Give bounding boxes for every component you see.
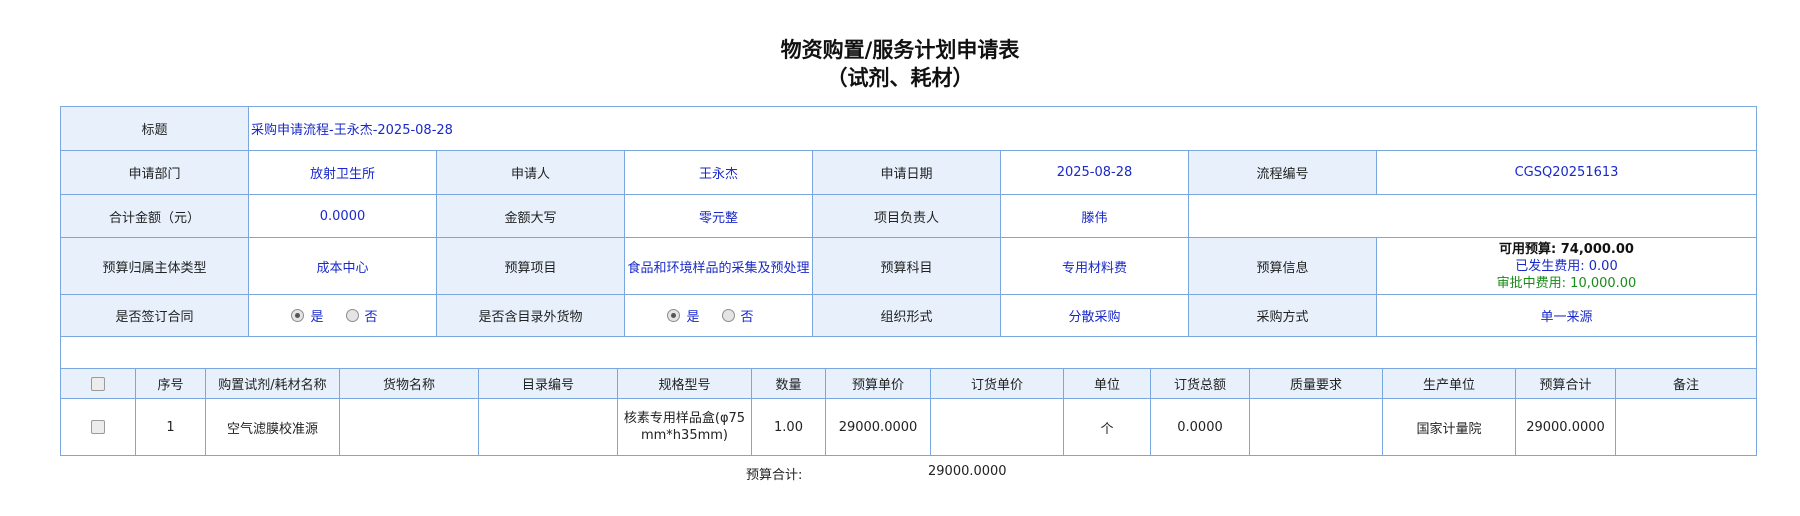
select-all-header[interactable] <box>60 368 136 399</box>
row-order-total: 0.0000 <box>1150 398 1250 456</box>
total-amount-label: 合计金额（元） <box>60 194 249 238</box>
budget-project-value[interactable]: 食品和环境样品的采集及预处理 <box>624 237 813 295</box>
project-lead-value[interactable]: 滕伟 <box>1000 194 1189 238</box>
row-budget-total: 29000.0000 <box>1515 398 1616 456</box>
col-header-quality: 质量要求 <box>1249 368 1383 399</box>
row-manufacturer: 国家计量院 <box>1382 398 1516 456</box>
purchase-method-value[interactable]: 单一来源 <box>1376 294 1757 337</box>
contract-no-label[interactable]: 否 <box>365 306 378 325</box>
row-order-price <box>930 398 1064 456</box>
select-all-checkbox[interactable] <box>91 376 105 391</box>
subject-value[interactable]: 采购申请流程-王永杰-2025-08-28 <box>248 106 1757 151</box>
subject-label: 标题 <box>60 106 249 151</box>
col-header-budget-total: 预算合计 <box>1515 368 1616 399</box>
budget-info: 可用预算: 74,000.00 已发生费用: 0.00 审批中费用: 10,00… <box>1376 237 1757 295</box>
available-budget: 可用预算: 74,000.00 <box>1499 241 1634 257</box>
contract-no-radio[interactable] <box>345 308 359 322</box>
out-of-catalog-radio-group: 是 否 <box>624 294 813 337</box>
empty-cell <box>1188 194 1757 238</box>
budget-project-label: 预算项目 <box>436 237 625 295</box>
row-remark <box>1615 398 1757 456</box>
dept-label: 申请部门 <box>60 150 249 195</box>
col-header-order-price: 订货单价 <box>930 368 1064 399</box>
form-title: 物资购置/服务计划申请表 （试剂、耗材） <box>0 36 1800 92</box>
col-header-spec: 规格型号 <box>617 368 752 399</box>
applicant-value[interactable]: 王永杰 <box>624 150 813 195</box>
contract-yes-radio[interactable] <box>291 308 305 322</box>
contract-yes-label[interactable]: 是 <box>310 306 323 325</box>
budget-account-label: 预算科目 <box>812 237 1001 295</box>
contract-radio-group: 是 否 <box>248 294 437 337</box>
amount-upper-label: 金额大写 <box>436 194 625 238</box>
table-row[interactable]: 1 空气滤膜校准源 核素专用样品盒(φ75mm*h35mm) 1.00 2900… <box>60 398 1757 456</box>
row-quality <box>1249 398 1383 456</box>
dept-value[interactable]: 放射卫生所 <box>248 150 437 195</box>
flow-no-label: 流程编号 <box>1188 150 1377 195</box>
budget-subject-type-label: 预算归属主体类型 <box>60 237 249 295</box>
amount-upper-value[interactable]: 零元整 <box>624 194 813 238</box>
col-header-catalog-no: 目录编号 <box>478 368 618 399</box>
row-seq: 1 <box>135 398 206 456</box>
out-of-catalog-yes-label[interactable]: 是 <box>686 306 699 325</box>
form-title-line1: 物资购置/服务计划申请表 <box>780 38 1020 62</box>
col-header-seq: 序号 <box>135 368 206 399</box>
flow-no-value[interactable]: CGSQ20251613 <box>1376 150 1757 195</box>
col-header-name: 购置试剂/耗材名称 <box>205 368 340 399</box>
date-value[interactable]: 2025-08-28 <box>1000 150 1189 195</box>
incurred-cost: 已发生费用: 0.00 <box>1515 258 1618 274</box>
total-amount-value[interactable]: 0.0000 <box>248 194 437 238</box>
form-title-line2: （试剂、耗材） <box>826 66 974 90</box>
col-header-order-total: 订货总额 <box>1150 368 1250 399</box>
budget-info-label: 预算信息 <box>1188 237 1377 295</box>
org-form-label: 组织形式 <box>812 294 1001 337</box>
col-header-qty: 数量 <box>751 368 826 399</box>
out-of-catalog-no-radio[interactable] <box>721 308 735 322</box>
out-of-catalog-label: 是否含目录外货物 <box>436 294 625 337</box>
row-checkbox[interactable] <box>91 420 105 434</box>
in-approval-cost: 审批中费用: 10,000.00 <box>1496 275 1637 291</box>
col-header-unit: 单位 <box>1063 368 1151 399</box>
purchase-method-label: 采购方式 <box>1188 294 1377 337</box>
budget-total-value: 29000.0000 <box>928 464 1007 479</box>
budget-subject-type-value[interactable]: 成本中心 <box>248 237 437 295</box>
row-catalog-no <box>478 398 618 456</box>
row-qty: 1.00 <box>751 398 826 456</box>
out-of-catalog-no-label[interactable]: 否 <box>741 306 754 325</box>
row-unit: 个 <box>1063 398 1151 456</box>
row-name: 空气滤膜校准源 <box>205 398 340 456</box>
project-lead-label: 项目负责人 <box>812 194 1001 238</box>
col-header-remark: 备注 <box>1615 368 1757 399</box>
contract-label: 是否签订合同 <box>60 294 249 337</box>
org-form-value[interactable]: 分散采购 <box>1000 294 1189 337</box>
application-form: 标题 采购申请流程-王永杰-2025-08-28 申请部门 放射卫生所 申请人 … <box>60 106 1757 369</box>
row-goods-name <box>339 398 479 456</box>
row-spec: 核素专用样品盒(φ75mm*h35mm) <box>617 398 752 456</box>
applicant-label: 申请人 <box>436 150 625 195</box>
row-budget-price: 29000.0000 <box>825 398 931 456</box>
budget-account-value[interactable]: 专用材料费 <box>1000 237 1189 295</box>
col-header-goods-name: 货物名称 <box>339 368 479 399</box>
col-header-budget-price: 预算单价 <box>825 368 931 399</box>
budget-total-label: 预算合计: <box>746 468 803 483</box>
out-of-catalog-yes-radio[interactable] <box>667 308 681 322</box>
date-label: 申请日期 <box>812 150 1001 195</box>
items-table: 序号 购置试剂/耗材名称 货物名称 目录编号 规格型号 数量 预算单价 订货单价… <box>60 368 1757 456</box>
col-header-manufacturer: 生产单位 <box>1382 368 1516 399</box>
row-select-cell[interactable] <box>60 398 136 456</box>
spacer-row <box>60 336 1757 369</box>
